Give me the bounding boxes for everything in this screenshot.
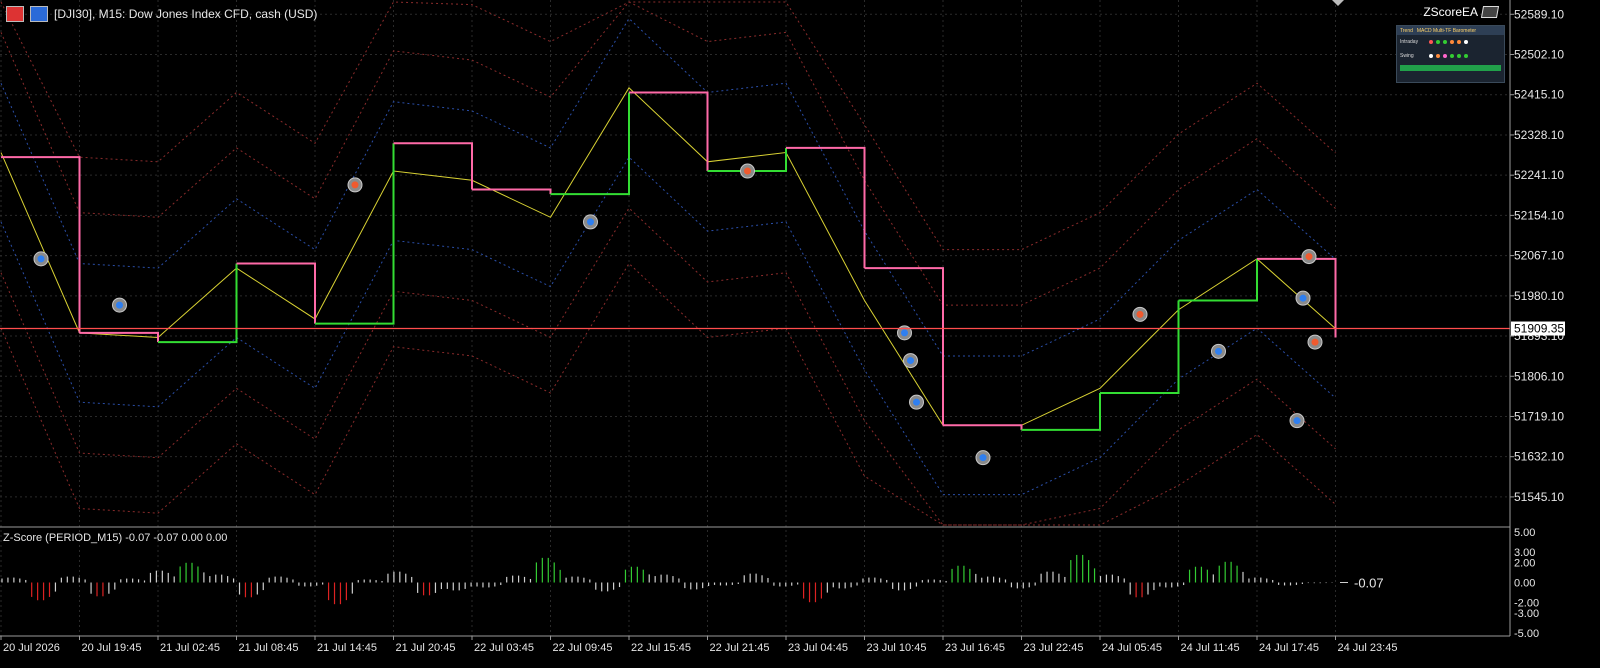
mtf-row-intraday: Intraday: [1397, 35, 1504, 49]
buy-signal-icon[interactable]: [1295, 290, 1311, 306]
mtf-row-swing: Swing: [1397, 49, 1504, 63]
trend-dot: [1436, 40, 1440, 44]
save-template-icon[interactable]: [30, 6, 48, 22]
zscore-tick-label: 0.00: [1514, 578, 1535, 590]
time-tick-label: 21 Jul 14:45: [317, 642, 377, 654]
trend-dot: [1464, 40, 1468, 44]
time-tick-label: 23 Jul 22:45: [1024, 642, 1084, 654]
buy-signal-icon[interactable]: [909, 394, 924, 410]
price-tick-label: 51632.10: [1514, 450, 1564, 464]
price-tick-label: 51806.10: [1514, 369, 1564, 383]
price-tick-label: 52067.10: [1514, 249, 1564, 263]
buy-signal-icon[interactable]: [1211, 343, 1226, 359]
chart-background: [0, 0, 1600, 668]
time-tick-label: 24 Jul 11:45: [1181, 642, 1240, 654]
mtf-row-label: Swing: [1400, 53, 1414, 59]
zscore-tick-label: -3.00: [1514, 608, 1539, 620]
trend-dot: [1464, 54, 1468, 58]
mtf-barometer-panel[interactable]: Trend MACD Multi-TF Barometer Intraday S…: [1396, 25, 1505, 83]
time-tick-label: 22 Jul 03:45: [474, 642, 534, 654]
chart-canvas[interactable]: 52589.10 52502.10 52415.10 52328.10 52241.10…: [0, 0, 1600, 668]
graduation-cap-icon: [1480, 6, 1500, 18]
trend-dot: [1436, 54, 1440, 58]
time-tick-label: 20 Jul 19:45: [82, 642, 142, 654]
sell-signal-icon[interactable]: [1301, 249, 1317, 265]
price-tick-label: 52589.10: [1514, 7, 1564, 21]
price-tick-label: 52502.10: [1514, 48, 1564, 62]
time-tick-label: 24 Jul 17:45: [1259, 642, 1319, 654]
time-tick-label: 23 Jul 10:45: [867, 642, 927, 654]
time-tick-label: 24 Jul 05:45: [1102, 642, 1162, 654]
price-tick-label: 52154.10: [1514, 208, 1564, 222]
mtf-title-left: Trend: [1400, 27, 1413, 34]
sell-signal-icon[interactable]: [740, 163, 755, 179]
ea-name: ZScoreEA: [1423, 5, 1478, 19]
time-tick-label: 21 Jul 02:45: [160, 642, 220, 654]
time-tick-label: 21 Jul 20:45: [396, 642, 456, 654]
zscore-indicator-label: Z-Score (PERIOD_M15) -0.07 -0.07 0.00 0.…: [3, 532, 228, 544]
expert-advisor-label[interactable]: ZScoreEA: [1423, 5, 1500, 19]
buy-signal-icon[interactable]: [903, 353, 918, 369]
buy-signal-icon[interactable]: [975, 450, 991, 466]
mtf-row-label: Intraday: [1400, 39, 1419, 45]
trend-dot: [1429, 40, 1433, 44]
time-tick-label: 21 Jul 08:45: [239, 642, 299, 654]
time-tick-label: 23 Jul 16:45: [945, 642, 1005, 654]
mtf-title-right: MACD Multi-TF Barometer: [1416, 27, 1477, 34]
zscore-tick-label: 5.00: [1514, 527, 1535, 539]
trend-dot: [1429, 54, 1433, 58]
sell-signal-icon[interactable]: [1307, 334, 1323, 350]
zscore-tick-label: 2.00: [1514, 557, 1535, 569]
trend-dot: [1457, 54, 1461, 58]
time-tick-label: 22 Jul 09:45: [553, 642, 613, 654]
chart-menu-icon[interactable]: [6, 6, 24, 22]
trend-dot: [1443, 40, 1447, 44]
price-tick-label: 52415.10: [1514, 88, 1564, 102]
trend-dot: [1450, 40, 1454, 44]
price-tick-label: 52241.10: [1514, 168, 1564, 182]
trend-dot: [1443, 54, 1447, 58]
zscore-current-label: -0.07: [1354, 576, 1384, 591]
trend-dot: [1457, 40, 1461, 44]
sell-signal-icon[interactable]: [1132, 306, 1148, 322]
price-tick-label: 51980.10: [1514, 289, 1564, 303]
trend-dot: [1450, 54, 1454, 58]
price-tick-label: 51719.10: [1514, 409, 1564, 423]
mtf-panel-title: Trend MACD Multi-TF Barometer: [1397, 26, 1504, 35]
buy-signal-icon[interactable]: [112, 297, 127, 313]
zscore-tick-label: -5.00: [1514, 628, 1539, 640]
time-tick-label: 23 Jul 04:45: [788, 642, 848, 654]
price-tick-label: 51545.10: [1514, 490, 1564, 504]
mtf-panel-footer-bar: [1400, 65, 1501, 71]
time-tick-label: 22 Jul 15:45: [631, 642, 691, 654]
chart-title: [DJI30], M15: Dow Jones Index CFD, cash …: [54, 7, 318, 21]
time-tick-label: 20 Jul 2026: [3, 642, 60, 654]
buy-signal-icon[interactable]: [33, 251, 49, 267]
buy-signal-icon[interactable]: [583, 214, 598, 230]
time-tick-label: 22 Jul 21:45: [710, 642, 770, 654]
current-price-label: 51909.35: [1514, 322, 1564, 336]
price-tick-label: 52328.10: [1514, 128, 1564, 142]
time-tick-label: 24 Jul 23:45: [1338, 642, 1398, 654]
chart-header: [DJI30], M15: Dow Jones Index CFD, cash …: [0, 0, 317, 28]
sell-signal-icon[interactable]: [347, 177, 363, 193]
buy-signal-icon[interactable]: [1289, 413, 1305, 429]
